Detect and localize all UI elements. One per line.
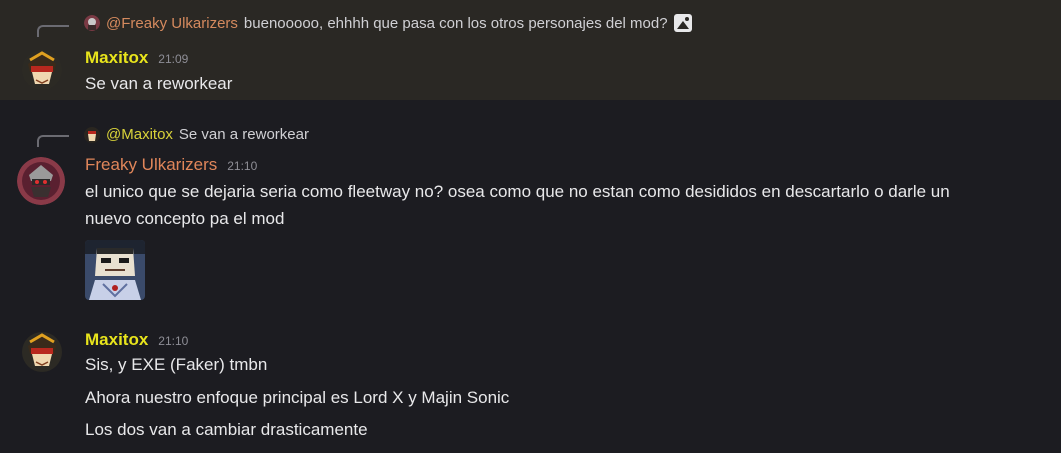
reply-text: buenooooo, ehhhh que pasa con los otros … <box>243 14 668 32</box>
message-2: @Maxitox Se van a reworkear Freaky Ulkar… <box>0 100 1061 310</box>
author-name[interactable]: Freaky Ulkarizers <box>85 155 217 175</box>
reply-author[interactable]: @Maxitox <box>106 126 173 143</box>
reply-avatar <box>84 126 100 143</box>
author-name[interactable]: Maxitox <box>85 330 148 350</box>
message-1: @Freaky Ulkarizers buenooooo, ehhhh que … <box>0 0 1061 100</box>
author-name[interactable]: Maxitox <box>85 48 148 68</box>
reply-author[interactable]: @Freaky Ulkarizers <box>106 15 238 32</box>
reply-preview[interactable]: @Freaky Ulkarizers buenooooo, ehhhh que … <box>84 14 692 32</box>
avatar-freaky-ulkarizers[interactable] <box>17 157 65 205</box>
message-text-line-2: nuevo concepto pa el mod <box>85 209 285 228</box>
image-attachment[interactable] <box>85 240 145 300</box>
timestamp: 21:09 <box>158 52 189 66</box>
message-text: Se van a reworkear <box>85 74 233 93</box>
message-text-line-2: Ahora nuestro enfoque principal es Lord … <box>85 388 510 407</box>
avatar-maxitox[interactable] <box>22 50 62 90</box>
timestamp: 21:10 <box>227 159 258 173</box>
reply-connector <box>37 135 69 147</box>
message-text-line-3: Los dos van a cambiar drasticamente <box>85 420 368 439</box>
reply-preview[interactable]: @Maxitox Se van a reworkear <box>84 126 309 143</box>
message-text-line-1: Sis, y EXE (Faker) tmbn <box>85 355 268 374</box>
avatar-maxitox[interactable] <box>22 332 62 372</box>
reply-text: Se van a reworkear <box>178 126 309 143</box>
reply-connector <box>37 25 69 37</box>
message-3: Maxitox 21:10 Sis, y EXE (Faker) tmbn Ah… <box>0 310 1061 453</box>
timestamp: 21:10 <box>158 334 189 348</box>
reply-avatar <box>84 15 100 31</box>
message-text-line-1: el unico que se dejaria seria como fleet… <box>85 182 950 201</box>
image-icon <box>673 14 692 32</box>
